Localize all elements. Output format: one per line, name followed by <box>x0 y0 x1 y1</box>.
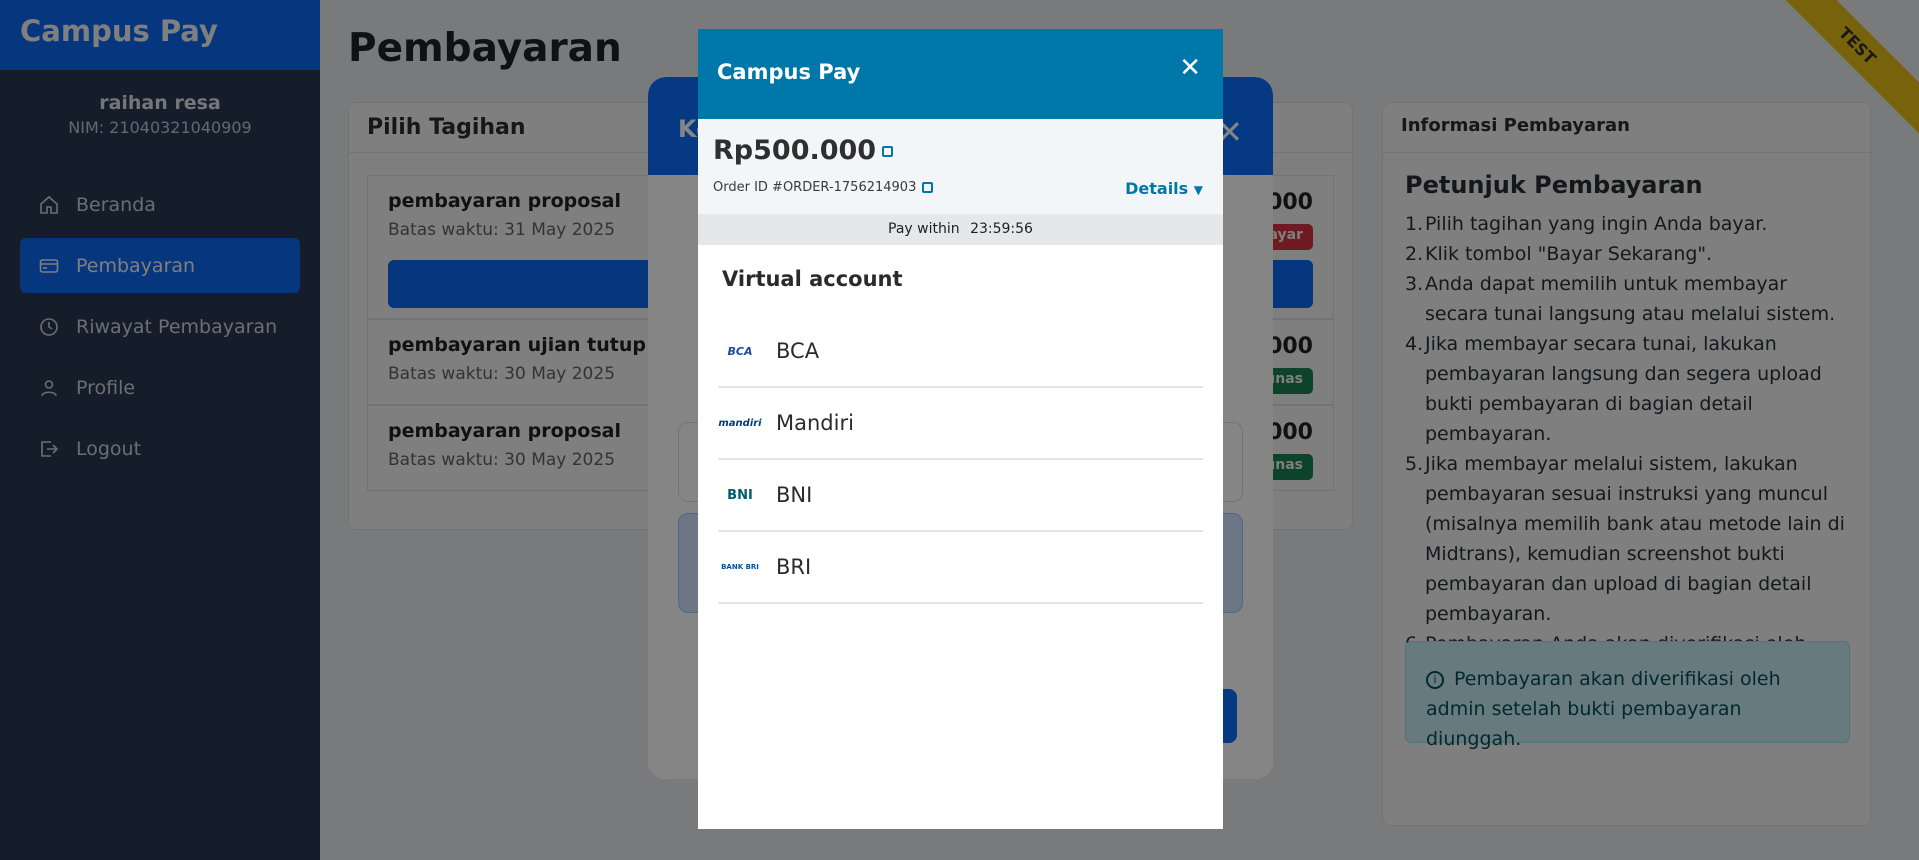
popup-header: Campus Pay ✕ <box>698 29 1223 119</box>
bank-option-bca[interactable]: BCA BCA <box>718 316 1203 388</box>
bni-logo-icon: BNI <box>727 487 753 503</box>
mandiri-logo-icon: mandiri <box>718 417 762 429</box>
bank-name: Mandiri <box>776 411 854 435</box>
bank-option-bri[interactable]: BANK BRI BRI <box>718 532 1203 604</box>
bca-logo-icon: BCA <box>727 344 753 358</box>
close-icon[interactable]: ✕ <box>1179 53 1201 83</box>
countdown-bar: Pay within 23:59:56 <box>698 214 1223 245</box>
bank-option-bni[interactable]: BNI BNI <box>718 460 1203 532</box>
bank-name: BNI <box>776 483 813 507</box>
popup-title: Campus Pay <box>717 60 861 84</box>
bank-name: BRI <box>776 555 812 579</box>
section-title: Virtual account <box>722 267 903 291</box>
bank-option-mandiri[interactable]: mandiri Mandiri <box>718 388 1203 460</box>
countdown-value: 23:59:56 <box>970 221 1033 237</box>
bank-name: BCA <box>776 339 820 363</box>
total-amount: Rp500.000 <box>713 135 894 166</box>
payment-popup: Campus Pay ✕ Rp500.000 Order ID #ORDER-1… <box>698 29 1223 829</box>
bri-logo-icon: BANK BRI <box>721 563 759 571</box>
copy-icon[interactable] <box>882 146 894 157</box>
caret-down-icon: ▼ <box>1193 183 1203 197</box>
copy-icon[interactable] <box>922 182 934 193</box>
order-id: Order ID #ORDER-1756214903 <box>713 180 934 195</box>
details-toggle[interactable]: Details ▼ <box>1125 179 1203 198</box>
amount-summary: Rp500.000 Order ID #ORDER-1756214903 Det… <box>698 119 1223 214</box>
pay-within-label: Pay within <box>888 221 960 237</box>
